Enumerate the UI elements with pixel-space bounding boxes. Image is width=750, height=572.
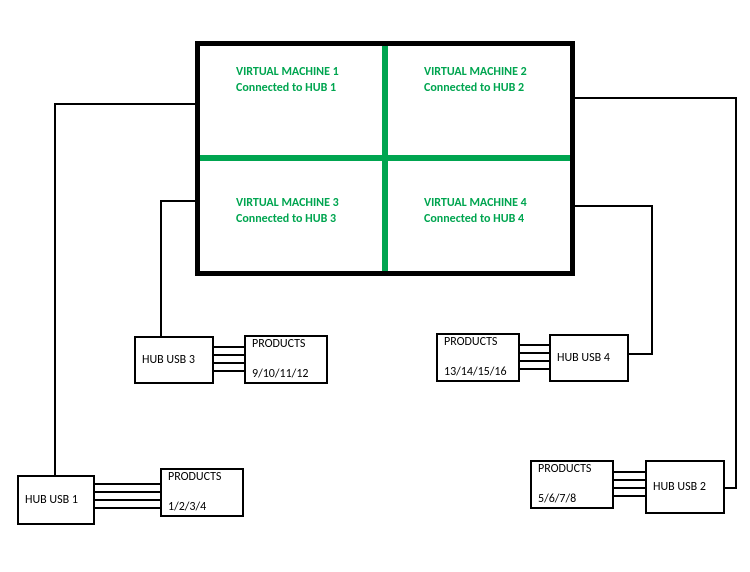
usb-wire — [520, 352, 549, 354]
products2-l2: 5/6/7/8 — [538, 492, 606, 507]
hub3-label: HUB USB 3 — [142, 353, 206, 368]
vm1-cell: VIRTUAL MACHINE 1 Connected to HUB 1 — [200, 46, 382, 156]
wire-hub4-up-v — [651, 205, 653, 355]
hub3-box: HUB USB 3 — [134, 336, 214, 384]
usb-wire — [520, 368, 549, 370]
wire-hub2-up-v — [735, 97, 737, 489]
hub4-box: HUB USB 4 — [549, 334, 629, 382]
products3-l2: 9/10/11/12 — [252, 367, 320, 382]
hub2-box: HUB USB 2 — [645, 460, 725, 514]
products1-box: PRODUCTS 1/2/3/4 — [160, 468, 244, 517]
usb-wire — [214, 370, 244, 372]
vm3-title: VIRTUAL MACHINE 3 — [236, 196, 339, 210]
hub1-box: HUB USB 1 — [17, 475, 95, 525]
vm3-cell: VIRTUAL MACHINE 3 Connected to HUB 3 — [200, 161, 382, 271]
vm1-title: VIRTUAL MACHINE 1 — [236, 65, 339, 79]
vm2-cell: VIRTUAL MACHINE 2 Connected to HUB 2 — [388, 46, 570, 156]
usb-wire — [520, 344, 549, 346]
vm3-sub: Connected to HUB 3 — [236, 212, 336, 226]
usb-wire — [95, 483, 160, 485]
products3-l1: PRODUCTS — [252, 337, 320, 352]
usb-wire — [614, 487, 645, 489]
vm2-title: VIRTUAL MACHINE 2 — [424, 65, 527, 79]
products4-l2: 13/14/15/16 — [444, 365, 512, 380]
usb-wire — [614, 471, 645, 473]
usb-wire — [614, 479, 645, 481]
usb-wire — [95, 507, 160, 509]
wire-hub3-up-v — [160, 200, 162, 336]
products1-l1: PRODUCTS — [168, 470, 236, 485]
products3-box: PRODUCTS 9/10/11/12 — [244, 335, 328, 384]
products2-l1: PRODUCTS — [538, 462, 606, 477]
hub2-label: HUB USB 2 — [653, 480, 717, 495]
usb-wire — [95, 491, 160, 493]
usb-wire — [214, 346, 244, 348]
usb-wire — [614, 495, 645, 497]
vm4-sub: Connected to HUB 4 — [424, 212, 524, 226]
hub4-label: HUB USB 4 — [557, 351, 621, 366]
wire-hub3-up-h — [160, 200, 197, 202]
wire-hub1-up-h — [54, 103, 197, 105]
usb-wire — [95, 499, 160, 501]
vm4-title: VIRTUAL MACHINE 4 — [424, 196, 527, 210]
products4-l1: PRODUCTS — [444, 335, 512, 350]
vm4-cell: VIRTUAL MACHINE 4 Connected to HUB 4 — [388, 161, 570, 271]
wire-hub2-in-h — [573, 97, 737, 99]
products2-box: PRODUCTS 5/6/7/8 — [530, 460, 614, 509]
wire-hub1-up-v — [54, 103, 56, 475]
vm1-sub: Connected to HUB 1 — [236, 81, 336, 95]
wire-hub4-out-h — [629, 353, 653, 355]
products1-l2: 1/2/3/4 — [168, 500, 236, 515]
products4-box: PRODUCTS 13/14/15/16 — [436, 333, 520, 382]
usb-wire — [520, 360, 549, 362]
diagram-canvas: VIRTUAL MACHINE 1 Connected to HUB 1 VIR… — [0, 0, 750, 572]
usb-wire — [214, 354, 244, 356]
hub1-label: HUB USB 1 — [25, 493, 87, 508]
vm2-sub: Connected to HUB 2 — [424, 81, 524, 95]
usb-wire — [214, 362, 244, 364]
wire-hub4-in-h — [573, 205, 653, 207]
